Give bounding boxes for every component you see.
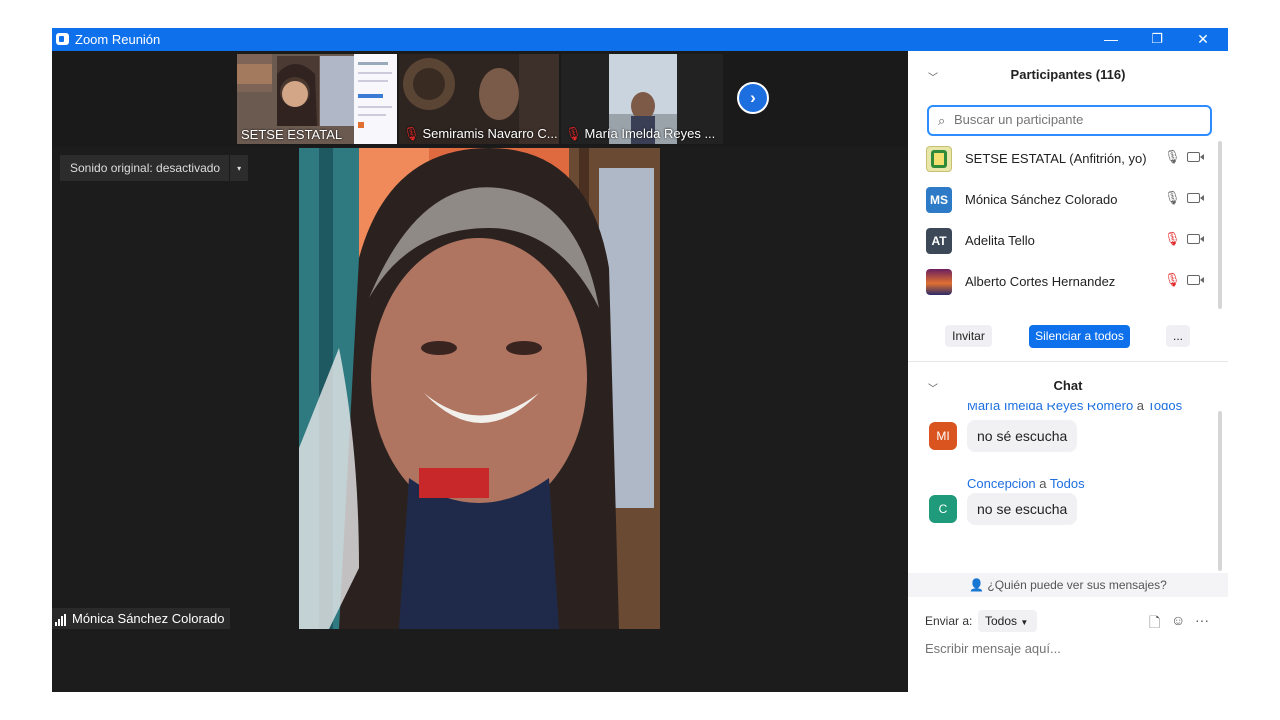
active-speaker-video bbox=[299, 148, 660, 629]
message-header: María Imelda Reyes Romero a Todos bbox=[967, 403, 1182, 413]
message-bubble: no sé escucha bbox=[967, 420, 1078, 452]
avatar bbox=[926, 146, 952, 172]
thumbnail-name-text: SETSE ESTATAL bbox=[241, 127, 343, 142]
video-camera-icon[interactable] bbox=[1187, 275, 1204, 285]
participant-row[interactable]: MS Mónica Sánchez Colorado 🎙 bbox=[908, 179, 1218, 220]
invite-button[interactable]: Invitar bbox=[945, 325, 992, 347]
video-camera-icon[interactable] bbox=[1187, 234, 1204, 244]
avatar bbox=[926, 269, 952, 295]
to-word: a bbox=[1039, 476, 1047, 491]
avatar: MI bbox=[929, 422, 957, 450]
more-icon[interactable]: ··· bbox=[1195, 612, 1209, 628]
avatar: C bbox=[929, 495, 957, 523]
chat-messages: María Imelda Reyes Romero a Todos MI no … bbox=[908, 403, 1228, 571]
participants-scrollbar[interactable] bbox=[1218, 141, 1222, 309]
thumbnail-video[interactable]: SETSE ESTATAL bbox=[237, 54, 397, 144]
close-button[interactable]: ✕ bbox=[1180, 28, 1226, 51]
participant-row[interactable]: Alberto Cortes Hernandez 🎙 bbox=[908, 261, 1218, 302]
video-camera-icon[interactable] bbox=[1187, 193, 1204, 203]
muted-mic-icon: 🎙 bbox=[565, 126, 582, 141]
thumbnail-strip: SETSE ESTATAL 🎙 Semiramis Navarro C... 🎙… bbox=[52, 51, 908, 147]
muted-mic-icon[interactable]: 🎙 bbox=[1164, 272, 1181, 288]
chevron-down-icon: ▼ bbox=[1020, 618, 1029, 627]
send-to-select[interactable]: Todos ▼ bbox=[978, 610, 1037, 632]
avatar: AT bbox=[926, 228, 952, 254]
thumbnail-name-text: María Imelda Reyes ... bbox=[584, 126, 716, 141]
message-header: Concepcion a Todos bbox=[967, 476, 1085, 491]
side-panel: ﹀ Participantes (116) ⌕ SETSE ESTATAL (A… bbox=[908, 51, 1228, 692]
user-lock-icon: 👤 bbox=[969, 578, 985, 592]
chat-message-input[interactable] bbox=[925, 641, 1215, 656]
thumbnail-name: 🎙 María Imelda Reyes ... bbox=[565, 126, 715, 142]
participant-name: Mónica Sánchez Colorado bbox=[965, 192, 1118, 207]
original-sound-label[interactable]: Sonido original: desactivado bbox=[60, 155, 231, 181]
muted-mic-icon: 🎙 bbox=[403, 126, 420, 141]
active-speaker-name-tag: Mónica Sánchez Colorado bbox=[52, 608, 231, 629]
who-can-see-messages[interactable]: 👤 ¿Quién puede ver sus mensajes? bbox=[908, 573, 1228, 597]
shield-logo-icon bbox=[931, 150, 947, 168]
window-title: Zoom Reunión bbox=[75, 32, 161, 47]
participant-name: SETSE ESTATAL (Anfitrión, yo) bbox=[965, 151, 1147, 166]
participant-row[interactable]: AT Adelita Tello 🎙 bbox=[908, 220, 1218, 261]
who-can-see-text[interactable]: ¿Quién puede ver sus mensajes? bbox=[987, 578, 1166, 592]
file-icon[interactable]: 🗋 bbox=[1149, 612, 1160, 636]
more-options-button[interactable]: ... bbox=[1166, 325, 1190, 347]
sender-name[interactable]: María Imelda Reyes Romero bbox=[967, 403, 1133, 413]
emoji-icon[interactable]: ☺ bbox=[1171, 612, 1185, 628]
send-to-label: Enviar a: bbox=[925, 614, 973, 628]
muted-mic-icon[interactable]: 🎙 bbox=[1164, 231, 1181, 247]
restore-button[interactable]: ❐ bbox=[1134, 28, 1180, 51]
participant-name: Adelita Tello bbox=[965, 233, 1035, 248]
search-icon: ⌕ bbox=[938, 113, 946, 128]
recipient-name[interactable]: Todos bbox=[1147, 403, 1182, 413]
mute-all-button[interactable]: Silenciar a todos bbox=[1029, 325, 1130, 348]
microphone-icon[interactable]: 🎙 bbox=[1164, 149, 1181, 165]
video-camera-icon[interactable] bbox=[1187, 152, 1204, 162]
thumbnail-name-text: Semiramis Navarro C... bbox=[422, 126, 558, 141]
zoom-window: Zoom Reunión — ❐ ✕ SETSE ESTATAL 🎙 Semir… bbox=[52, 28, 1228, 692]
thumbnail-name: 🎙 Semiramis Navarro C... bbox=[403, 126, 558, 142]
chevron-down-icon[interactable]: ▾ bbox=[230, 164, 248, 173]
microphone-icon[interactable]: 🎙 bbox=[1164, 190, 1181, 206]
participant-row[interactable]: SETSE ESTATAL (Anfitrión, yo) 🎙 bbox=[908, 138, 1218, 179]
sender-name[interactable]: Concepcion bbox=[967, 476, 1036, 491]
participant-search[interactable]: ⌕ bbox=[927, 105, 1212, 136]
speaker-video-image bbox=[299, 148, 660, 629]
next-page-button[interactable]: › bbox=[737, 82, 769, 114]
participant-name: Alberto Cortes Hernandez bbox=[965, 274, 1116, 289]
chat-scrollbar[interactable] bbox=[1218, 411, 1222, 571]
search-input[interactable] bbox=[954, 112, 1204, 127]
chat-title: Chat bbox=[1053, 378, 1083, 393]
title-bar: Zoom Reunión — ❐ ✕ bbox=[52, 28, 1228, 51]
zoom-app-icon bbox=[56, 33, 69, 45]
meeting-area: SETSE ESTATAL 🎙 Semiramis Navarro C... 🎙… bbox=[52, 51, 908, 692]
active-speaker-name: Mónica Sánchez Colorado bbox=[72, 611, 225, 626]
thumbnail-video[interactable]: 🎙 María Imelda Reyes ... bbox=[561, 54, 723, 144]
avatar: MS bbox=[926, 187, 952, 213]
signal-bars-icon bbox=[55, 611, 67, 626]
thumbnail-name: SETSE ESTATAL bbox=[241, 127, 342, 142]
minimize-button[interactable]: — bbox=[1088, 28, 1134, 51]
message-bubble: no se escucha bbox=[967, 493, 1078, 525]
send-to-value[interactable]: Todos bbox=[985, 614, 1017, 628]
original-sound-button[interactable]: Sonido original: desactivado ▾ bbox=[60, 155, 249, 181]
to-word: a bbox=[1136, 403, 1145, 413]
participants-title: Participantes (116) bbox=[1010, 67, 1126, 82]
divider bbox=[908, 361, 1228, 362]
recipient-name[interactable]: Todos bbox=[1050, 476, 1085, 491]
thumbnail-video[interactable]: 🎙 Semiramis Navarro C... bbox=[399, 54, 559, 144]
